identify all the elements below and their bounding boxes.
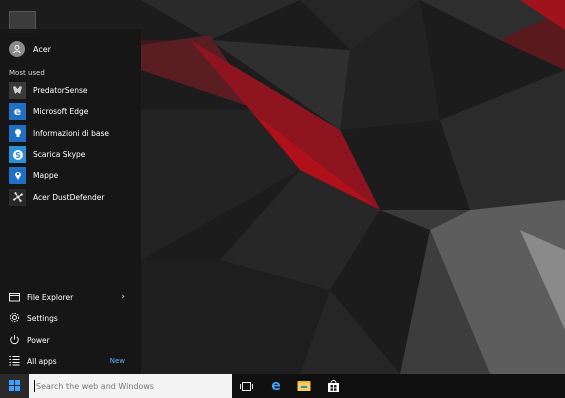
edge-icon[interactable]: e	[266, 377, 286, 395]
chevron-right-icon[interactable]: ›	[121, 292, 125, 302]
settings-label: Settings	[27, 314, 58, 324]
user-avatar-icon	[9, 41, 25, 57]
app-item-acer-dustdefender[interactable]: Acer DustDefender	[0, 186, 141, 207]
app-label: PredatorSense	[33, 86, 88, 96]
power-button[interactable]: Power	[0, 330, 141, 351]
app-label: Mappe	[33, 171, 59, 181]
start-menu-bottom-list: File Explorer › Settings Power All apps …	[0, 287, 141, 372]
list-icon	[9, 355, 20, 368]
all-apps-label: All apps	[27, 357, 57, 367]
power-label: Power	[27, 335, 50, 345]
gear-icon	[9, 312, 20, 325]
start-button[interactable]	[0, 374, 29, 398]
settings-button[interactable]: Settings	[0, 308, 141, 329]
dustdefender-icon	[9, 188, 26, 206]
text-cursor	[34, 380, 35, 392]
file-explorer-label: File Explorer	[27, 293, 74, 303]
user-account-button[interactable]: Acer	[0, 37, 141, 61]
most-used-list: PredatorSense e Microsoft Edge Informazi…	[0, 80, 141, 208]
app-label: Scarica Skype	[33, 150, 86, 160]
app-label: Microsoft Edge	[33, 107, 89, 117]
file-explorer-button[interactable]: File Explorer ›	[0, 287, 141, 308]
search-box[interactable]	[29, 374, 232, 398]
task-view-icon[interactable]	[236, 377, 256, 395]
new-badge: New	[109, 356, 125, 365]
lightbulb-icon	[9, 124, 26, 142]
file-explorer-icon	[9, 292, 20, 304]
power-icon	[9, 334, 20, 347]
maps-icon	[9, 167, 26, 185]
start-menu: Acer Most used PredatorSense e Microsoft…	[0, 29, 141, 374]
svg-text:S: S	[15, 150, 20, 159]
app-item-scarica-skype[interactable]: S Scarica Skype	[0, 144, 141, 165]
app-item-microsoft-edge[interactable]: e Microsoft Edge	[0, 101, 141, 122]
app-item-predatorsense[interactable]: PredatorSense	[0, 80, 141, 101]
app-label: Informazioni di base	[33, 128, 109, 138]
app-item-informazioni-di-base[interactable]: Informazioni di base	[0, 123, 141, 144]
app-item-mappe[interactable]: Mappe	[0, 165, 141, 186]
predatorsense-icon	[9, 82, 26, 100]
app-label: Acer DustDefender	[33, 192, 105, 202]
file-explorer-icon[interactable]	[294, 377, 314, 395]
all-apps-button[interactable]: All apps New	[0, 351, 141, 372]
store-icon[interactable]	[323, 377, 343, 395]
skype-icon: S	[9, 146, 26, 164]
taskbar: e	[0, 374, 565, 398]
user-name: Acer	[33, 44, 51, 54]
edge-icon: e	[9, 103, 26, 121]
search-input[interactable]	[36, 381, 226, 391]
windows-logo-icon	[9, 379, 20, 393]
most-used-heading: Most used	[9, 69, 45, 77]
